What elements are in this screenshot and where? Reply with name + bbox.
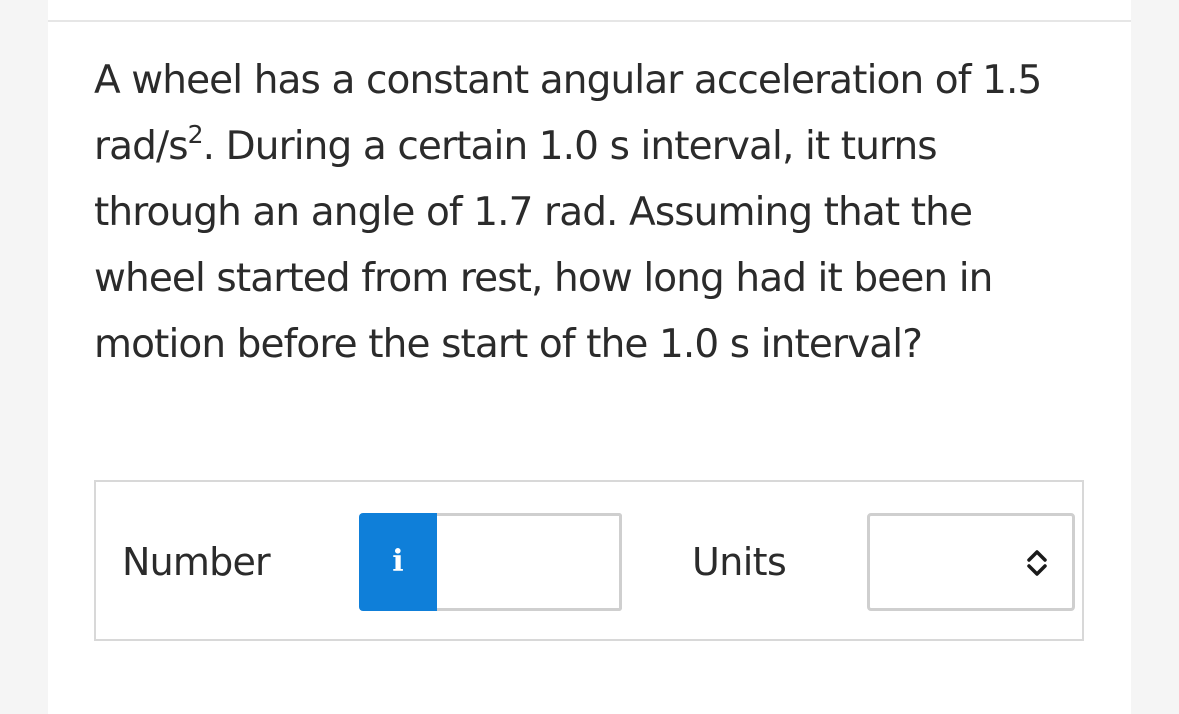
info-icon: i [392, 544, 404, 579]
units-label: Units [692, 540, 787, 584]
up-down-chevron-icon [1027, 550, 1047, 576]
info-button[interactable]: i [359, 513, 437, 611]
top-divider [48, 20, 1131, 22]
question-text: A wheel has a constant angular accelerat… [94, 48, 1074, 378]
units-select[interactable] [867, 513, 1075, 611]
answer-box: Number i Units [94, 480, 1084, 641]
question-card: A wheel has a constant angular accelerat… [48, 0, 1131, 714]
number-label: Number [122, 540, 271, 584]
question-superscript: 2 [187, 120, 204, 149]
number-input[interactable] [437, 513, 622, 611]
question-text-part-2: . During a certain 1.0 s interval, it tu… [94, 124, 993, 367]
